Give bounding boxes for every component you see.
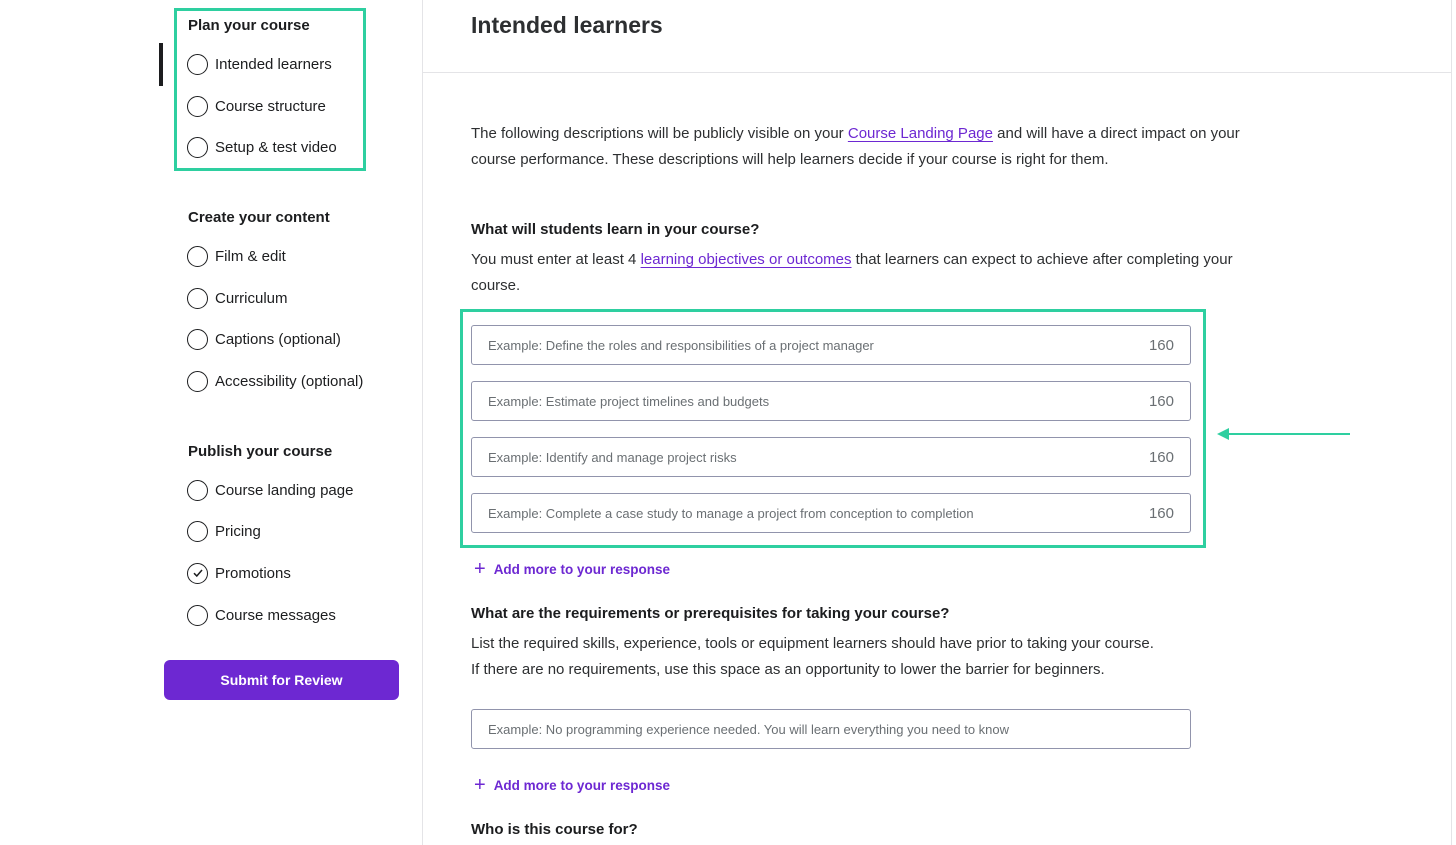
sidebar-item-course-messages[interactable]: Course messages — [187, 603, 336, 627]
sidebar-item-label: Course structure — [215, 97, 326, 115]
input-placeholder: Example: No programming experience neede… — [488, 721, 1010, 737]
unchecked-circle-icon — [187, 370, 208, 392]
plus-icon: + — [474, 774, 486, 796]
sidebar-item-label: Course messages — [215, 606, 336, 624]
question-title-audience: Who is this course for? — [471, 821, 638, 838]
sidebar-item-label: Intended learners — [215, 55, 332, 73]
checked-circle-icon — [187, 562, 208, 584]
unchecked-circle-icon — [187, 520, 208, 542]
unchecked-circle-icon — [187, 479, 208, 501]
sidebar: Plan your course Intended learners Cours… — [0, 0, 422, 845]
desc-line-2: If there are no requirements, use this s… — [471, 661, 1105, 678]
sidebar-item-label: Course landing page — [215, 481, 354, 499]
sidebar-item-film-edit[interactable]: Film & edit — [187, 244, 286, 268]
objective-input-3[interactable]: Example: Identify and manage project ris… — [471, 437, 1191, 477]
unchecked-circle-icon — [187, 604, 208, 626]
sidebar-item-curriculum[interactable]: Curriculum — [187, 286, 288, 310]
question-title-requirements: What are the requirements or prerequisit… — [471, 605, 950, 622]
intro-text-before: The following descriptions will be publi… — [471, 125, 848, 142]
add-more-objectives-button[interactable]: + Add more to your response — [474, 559, 670, 579]
desc-text-before: You must enter at least 4 — [471, 251, 641, 268]
sidebar-item-setup-test-video[interactable]: Setup & test video — [187, 135, 337, 159]
intro-text: The following descriptions will be publi… — [471, 121, 1281, 173]
section-title-create: Create your content — [188, 209, 330, 226]
sidebar-item-pricing[interactable]: Pricing — [187, 519, 261, 543]
sidebar-item-label: Film & edit — [215, 247, 286, 265]
unchecked-circle-icon — [187, 328, 208, 350]
sidebar-item-accessibility[interactable]: Accessibility (optional) — [187, 369, 363, 393]
char-counter: 160 — [1148, 392, 1174, 410]
char-counter: 160 — [1148, 336, 1174, 354]
unchecked-circle-icon — [187, 53, 208, 75]
requirement-input-1[interactable]: Example: No programming experience neede… — [471, 709, 1191, 749]
page-header: Intended learners — [423, 0, 1451, 73]
question-title-learn: What will students learn in your course? — [471, 221, 760, 238]
question-desc-requirements: List the required skills, experience, to… — [471, 631, 1281, 683]
input-placeholder: Example: Complete a case study to manage… — [488, 505, 974, 521]
section-title-publish: Publish your course — [188, 443, 333, 460]
input-placeholder: Example: Identify and manage project ris… — [488, 449, 737, 465]
plus-icon: + — [474, 558, 486, 580]
sidebar-item-intended-learners[interactable]: Intended learners — [187, 52, 332, 76]
input-placeholder: Example: Estimate project timelines and … — [488, 393, 770, 409]
objective-input-1[interactable]: Example: Define the roles and responsibi… — [471, 325, 1191, 365]
sidebar-item-label: Curriculum — [215, 289, 288, 307]
arrow-left-icon — [1217, 428, 1350, 440]
char-counter: 160 — [1148, 504, 1174, 522]
sidebar-item-label: Captions (optional) — [215, 330, 341, 348]
unchecked-circle-icon — [187, 95, 208, 117]
add-more-label: Add more to your response — [493, 777, 670, 793]
page-title: Intended learners — [471, 12, 663, 38]
unchecked-circle-icon — [187, 136, 208, 158]
add-more-label: Add more to your response — [493, 561, 670, 577]
sidebar-item-captions[interactable]: Captions (optional) — [187, 327, 341, 351]
char-counter: 160 — [1148, 448, 1174, 466]
question-desc-learn: You must enter at least 4 learning objec… — [471, 247, 1281, 299]
sidebar-item-course-structure[interactable]: Course structure — [187, 94, 326, 118]
input-placeholder: Example: Define the roles and responsibi… — [488, 337, 874, 353]
unchecked-circle-icon — [187, 287, 208, 309]
sidebar-item-label: Accessibility (optional) — [215, 372, 364, 390]
learning-objectives-link[interactable]: learning objectives or outcomes — [641, 251, 852, 268]
sidebar-item-label: Pricing — [215, 522, 261, 540]
unchecked-circle-icon — [187, 245, 208, 267]
sidebar-item-label: Setup & test video — [215, 138, 337, 156]
section-title-plan: Plan your course — [188, 17, 310, 34]
submit-for-review-button[interactable]: Submit for Review — [164, 660, 399, 700]
add-more-requirements-button[interactable]: + Add more to your response — [474, 775, 670, 795]
active-indicator — [159, 43, 163, 86]
course-landing-page-link[interactable]: Course Landing Page — [848, 125, 993, 142]
objective-input-4[interactable]: Example: Complete a case study to manage… — [471, 493, 1191, 533]
objective-input-2[interactable]: Example: Estimate project timelines and … — [471, 381, 1191, 421]
sidebar-item-label: Promotions — [215, 564, 291, 582]
desc-line-1: List the required skills, experience, to… — [471, 635, 1154, 652]
sidebar-item-promotions[interactable]: Promotions — [187, 561, 291, 585]
sidebar-item-course-landing-page[interactable]: Course landing page — [187, 478, 353, 502]
